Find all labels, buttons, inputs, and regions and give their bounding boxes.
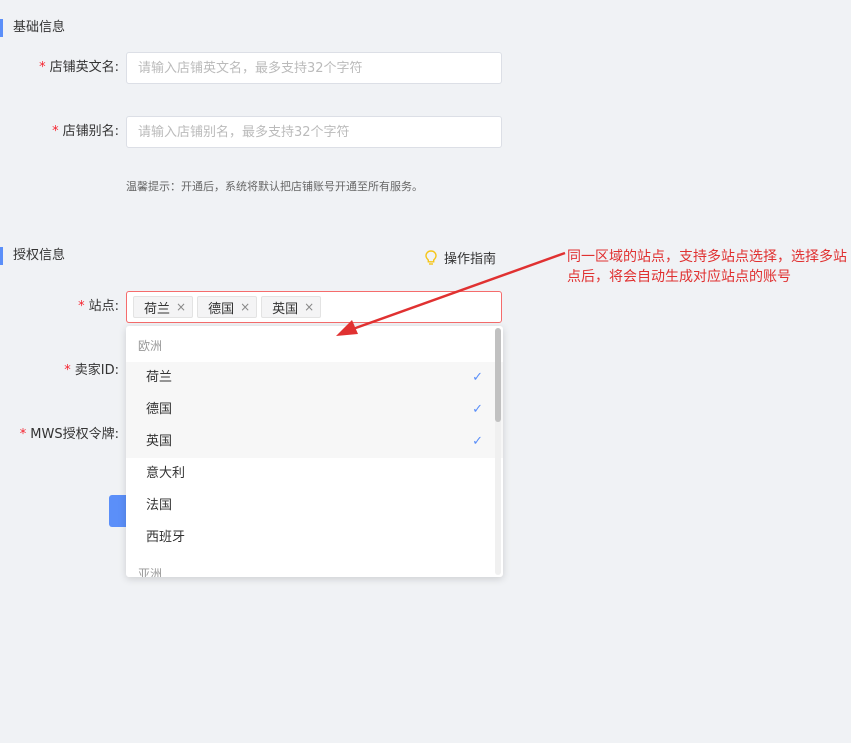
mws-token-label-text: MWS授权令牌: bbox=[30, 427, 119, 442]
hint-text: 温馨提示：开通后，系统将默认把店铺账号开通至所有服务。 bbox=[126, 180, 423, 193]
option-label: 法国 bbox=[146, 498, 173, 513]
site-label: * 站点: bbox=[78, 297, 119, 317]
mws-token-label: * MWS授权令牌: bbox=[20, 425, 119, 445]
site-tag-label: 英国 bbox=[272, 301, 299, 317]
option-label: 西班牙 bbox=[146, 530, 186, 545]
group-header-asia: 亚洲 bbox=[138, 567, 163, 577]
option-spain[interactable]: 西班牙 bbox=[126, 522, 503, 554]
store-en-name-label: * 店铺英文名: bbox=[39, 58, 119, 78]
check-icon: ✓ bbox=[472, 402, 483, 417]
option-label: 英国 bbox=[146, 434, 173, 449]
section-title-auth: 授权信息 bbox=[0, 247, 65, 265]
site-multiselect[interactable]: 荷兰 × 德国 × 英国 × bbox=[126, 291, 502, 323]
site-tag-label: 德国 bbox=[208, 301, 235, 317]
close-icon[interactable]: × bbox=[176, 300, 186, 314]
option-label: 荷兰 bbox=[146, 370, 173, 385]
required-mark: * bbox=[39, 60, 46, 75]
site-tag: 荷兰 × bbox=[133, 296, 194, 318]
site-label-text: 站点: bbox=[88, 299, 119, 314]
required-mark: * bbox=[78, 299, 85, 314]
option-germany[interactable]: 德国 ✓ bbox=[126, 394, 503, 426]
check-icon: ✓ bbox=[472, 434, 483, 449]
option-uk[interactable]: 英国 ✓ bbox=[126, 426, 503, 458]
store-alias-input[interactable] bbox=[126, 116, 502, 148]
annotation-text: 同一区域的站点，支持多站点选择，选择多站点后，将会自动生成对应站点的账号 bbox=[567, 249, 847, 285]
required-mark: * bbox=[64, 363, 71, 378]
store-en-name-label-text: 店铺英文名: bbox=[49, 60, 119, 75]
section-title-basic: 基础信息 bbox=[0, 19, 65, 37]
operation-guide-label: 操作指南 bbox=[444, 252, 497, 267]
seller-id-label: * 卖家ID: bbox=[64, 361, 119, 381]
group-header-europe: 欧洲 bbox=[138, 339, 163, 353]
store-alias-label-text: 店铺别名: bbox=[62, 124, 119, 139]
site-tag-label: 荷兰 bbox=[144, 301, 171, 317]
option-label: 意大利 bbox=[146, 466, 186, 481]
close-icon[interactable]: × bbox=[304, 300, 314, 314]
operation-guide-link[interactable]: 操作指南 bbox=[424, 248, 496, 267]
close-icon[interactable]: × bbox=[240, 300, 250, 314]
site-dropdown: 欧洲 荷兰 ✓ 德国 ✓ 英国 ✓ 意大利 法国 西班牙 亚洲 bbox=[126, 326, 503, 577]
check-icon: ✓ bbox=[472, 370, 483, 385]
option-france[interactable]: 法国 bbox=[126, 490, 503, 522]
store-alias-label: * 店铺别名: bbox=[52, 122, 119, 142]
option-label: 德国 bbox=[146, 402, 173, 417]
required-mark: * bbox=[52, 124, 59, 139]
site-tag: 德国 × bbox=[197, 296, 258, 318]
dropdown-scrollbar-thumb[interactable] bbox=[495, 328, 501, 422]
option-netherlands[interactable]: 荷兰 ✓ bbox=[126, 362, 503, 394]
lightbulb-icon bbox=[425, 249, 437, 265]
store-en-name-input[interactable] bbox=[126, 52, 502, 84]
required-mark: * bbox=[19, 427, 27, 442]
option-italy[interactable]: 意大利 bbox=[126, 458, 503, 490]
site-tag: 英国 × bbox=[261, 296, 322, 318]
seller-id-label-text: 卖家ID: bbox=[74, 363, 119, 378]
